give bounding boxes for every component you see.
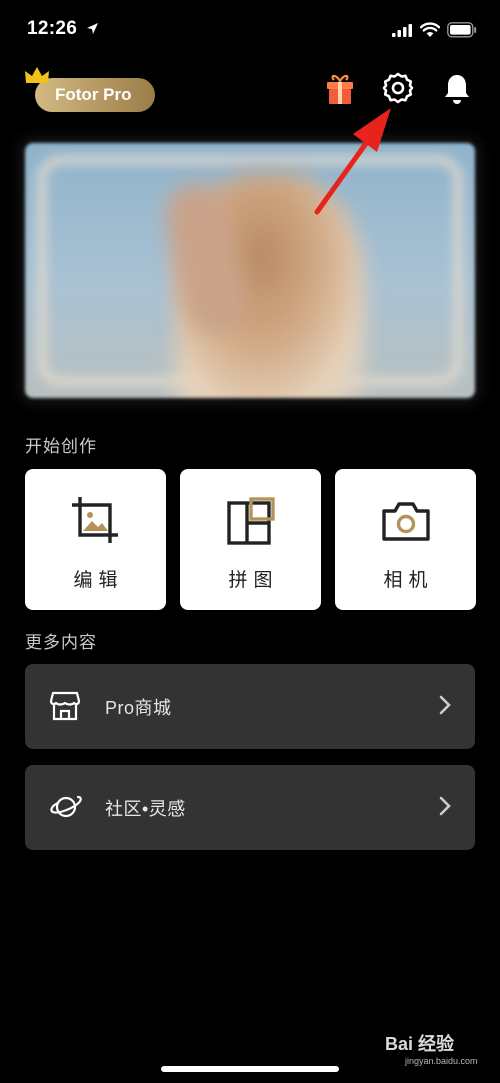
wifi-icon — [420, 22, 440, 37]
gift-icon[interactable] — [325, 74, 355, 106]
battery-icon — [447, 22, 477, 38]
pro-store-row[interactable]: Pro商城 — [25, 664, 475, 749]
pro-store-label: Pro商城 — [105, 697, 172, 718]
edit-card-label: 编辑 — [73, 570, 124, 591]
community-row[interactable]: 社区•灵感 — [25, 765, 475, 850]
crown-icon — [25, 67, 49, 83]
bell-icon[interactable] — [443, 73, 471, 105]
pro-badge-button[interactable]: Fotor Pro — [35, 78, 155, 112]
cellular-signal-icon — [392, 24, 412, 37]
home-indicator[interactable] — [161, 1066, 339, 1072]
promo-banner[interactable] — [25, 143, 475, 398]
camera-card-label: 相机 — [383, 570, 434, 591]
edit-card[interactable]: 编辑 — [25, 469, 166, 610]
status-time: 12:26 — [27, 18, 78, 39]
planet-icon — [50, 795, 82, 818]
camera-card[interactable]: 相机 — [335, 469, 476, 610]
section-title-more: 更多内容 — [25, 633, 97, 652]
watermark-logo: Bai 经验 — [385, 1034, 455, 1054]
pro-badge-label: Fotor Pro — [55, 85, 132, 104]
collage-icon — [227, 497, 275, 545]
location-arrow-icon — [87, 23, 98, 34]
collage-card[interactable]: 拼图 — [180, 469, 321, 610]
chevron-right-icon — [439, 695, 451, 715]
store-icon — [49, 691, 81, 721]
chevron-right-icon — [439, 796, 451, 816]
section-title-start: 开始创作 — [25, 437, 97, 456]
community-label: 社区•灵感 — [105, 798, 186, 819]
camera-icon — [382, 502, 430, 541]
edit-crop-image-icon — [72, 497, 118, 543]
collage-card-label: 拼图 — [228, 570, 279, 591]
annotation-arrow-icon — [314, 108, 391, 215]
gear-icon[interactable] — [382, 72, 414, 104]
watermark-url: jingyan.baidu.com — [405, 1056, 478, 1066]
